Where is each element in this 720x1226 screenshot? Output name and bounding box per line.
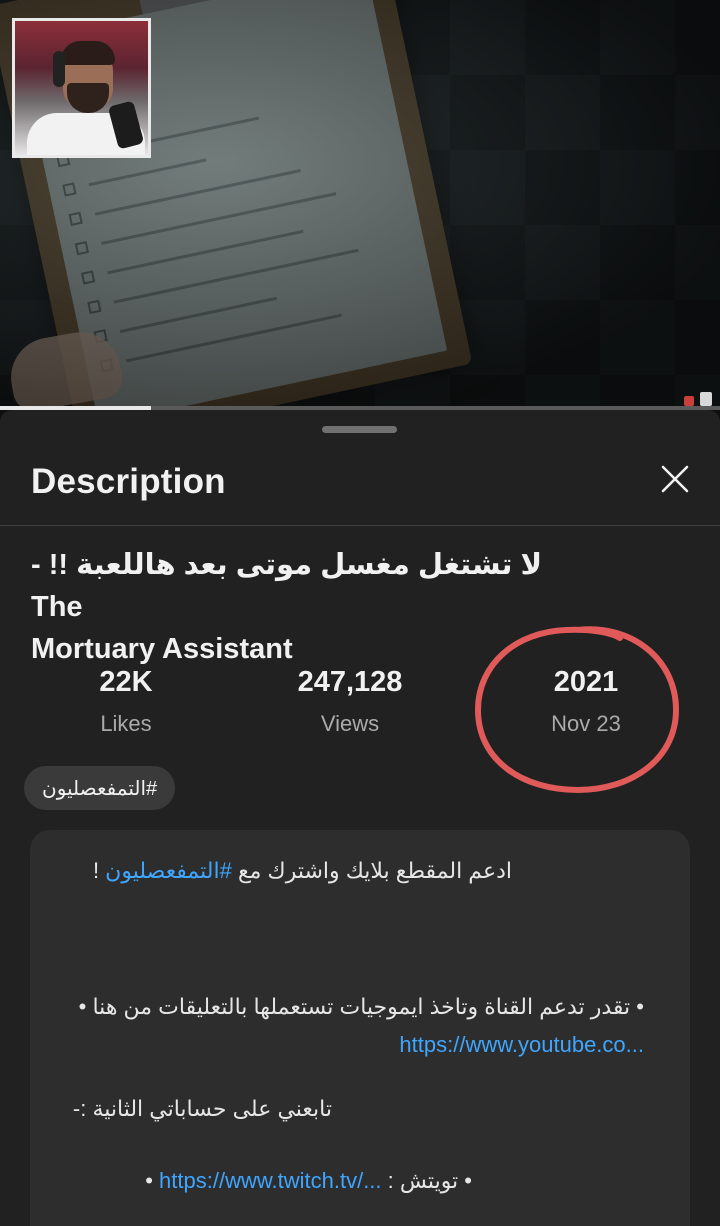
description-line-4: تابعني على حساباتي الثانية :- bbox=[72, 1096, 332, 1121]
video-title-line2: Mortuary Assistant bbox=[31, 633, 293, 665]
stat-views: 247,128 Views bbox=[240, 666, 460, 737]
sheet-title: Description bbox=[31, 462, 226, 501]
description-line-2: • تقدر تدعم القناة وتاخذ ايموجيات تستعمل… bbox=[78, 994, 644, 1019]
close-button[interactable] bbox=[652, 456, 698, 502]
page: Description لا تشتغل مغسل موتى بعد هاللع… bbox=[0, 0, 720, 1226]
description-box: ادعم المقطع بلايك واشترك مع #التمفعصليون… bbox=[30, 830, 690, 1226]
video-title: لا تشتغل مغسل موتى بعد هاللعبة !! - The … bbox=[31, 544, 591, 670]
upload-date: Nov 23 bbox=[551, 711, 621, 736]
file-icon bbox=[700, 392, 712, 406]
likes-count: 22K bbox=[99, 666, 153, 698]
youtube-link[interactable]: https://www.youtube.co... bbox=[399, 1032, 644, 1057]
views-count: 247,128 bbox=[297, 666, 403, 698]
close-icon bbox=[661, 465, 689, 493]
hashtag-link[interactable]: #التمفعصليون bbox=[105, 858, 232, 883]
upload-year: 2021 bbox=[553, 666, 619, 698]
stat-likes: 22K Likes bbox=[16, 666, 236, 737]
record-icon bbox=[684, 396, 694, 406]
sheet-header: Description bbox=[0, 440, 720, 526]
video-title-line1: لا تشتغل مغسل موتى بعد هاللعبة !! - The bbox=[31, 549, 543, 623]
stat-date: 2021 Nov 23 bbox=[476, 666, 696, 737]
video-player[interactable] bbox=[0, 0, 720, 408]
description-line-5: • تويتش : https://www.twitch.tv/... • bbox=[145, 1168, 472, 1193]
drag-handle[interactable] bbox=[322, 426, 397, 433]
description-line-1: ادعم المقطع بلايك واشترك مع #التمفعصليون… bbox=[92, 858, 512, 883]
video-corner-icons bbox=[684, 392, 712, 406]
views-label: Views bbox=[320, 711, 380, 736]
streamer-webcam-overlay bbox=[12, 18, 151, 158]
hashtag-chip[interactable]: #التمفعصليون bbox=[24, 766, 176, 810]
video-stats: 22K Likes 247,128 Views 2021 Nov 23 bbox=[0, 666, 720, 766]
twitch-link[interactable]: https://www.twitch.tv/... bbox=[159, 1168, 382, 1193]
likes-label: Likes bbox=[100, 711, 152, 736]
description-line-3: https://www.youtube.co... bbox=[44, 1030, 644, 1060]
description-sheet: Description لا تشتغل مغسل موتى بعد هاللع… bbox=[0, 410, 720, 1226]
